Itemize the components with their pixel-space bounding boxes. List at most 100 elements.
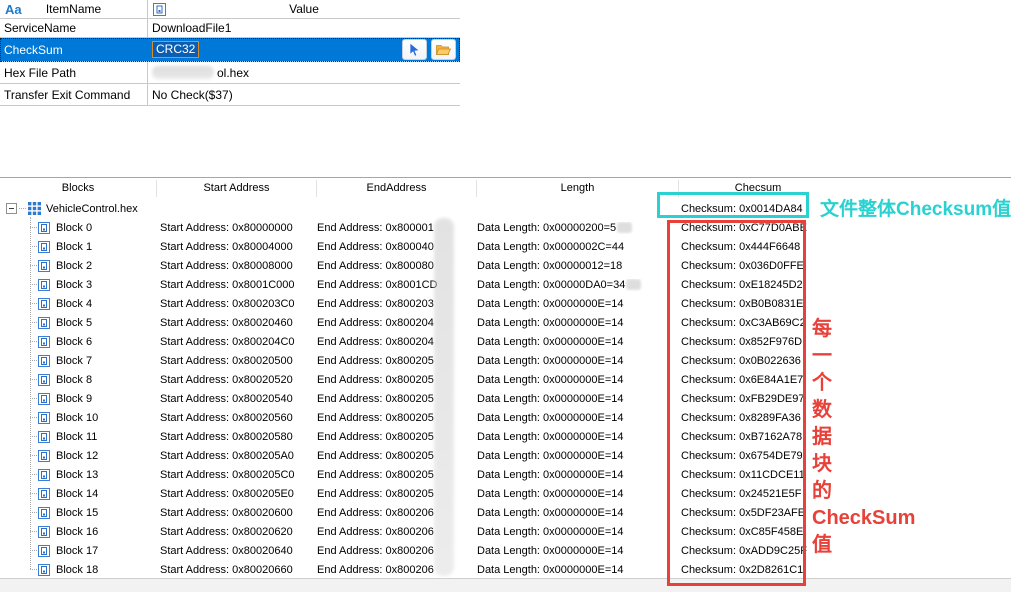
open-file-button[interactable] (431, 39, 456, 60)
block-icon (38, 355, 50, 367)
length-cell: Data Length: 0x0000000E=14 (474, 336, 676, 348)
block-icon (38, 317, 50, 329)
value-type-icon (153, 3, 166, 16)
column-header-length[interactable]: Length (477, 180, 679, 197)
itemname-header-label: ItemName (46, 2, 101, 16)
tree-connector (30, 284, 37, 285)
tree-connector (30, 417, 37, 418)
checksum-value-editor[interactable]: CRC32 (152, 41, 199, 58)
block-label: Block 10 (56, 412, 98, 424)
length-cell: Data Length: 0x0000000E=14 (474, 507, 676, 519)
column-header-blocks[interactable]: Blocks (0, 180, 157, 197)
block-label: Block 12 (56, 450, 98, 462)
block-icon (38, 488, 50, 500)
block-label: Block 13 (56, 469, 98, 481)
length-cell: Data Length: 0x0000000E=14 (474, 564, 676, 576)
column-header-start-address[interactable]: Start Address (157, 180, 317, 197)
length-redaction (617, 222, 632, 233)
tree-connector (30, 455, 37, 456)
length-text: Data Length: 0x0000000E=14 (477, 545, 624, 557)
annotation-line: 的 (812, 478, 915, 505)
block-checksum-annotation: 每 一 个 数 据 块 的 CheckSum 值 (812, 316, 915, 559)
block-label: Block 8 (56, 374, 92, 386)
end-address-redaction (434, 218, 454, 576)
column-header-end-address[interactable]: EndAddress (317, 180, 477, 197)
prop-name: ServiceName (4, 21, 76, 35)
tree-connector (30, 265, 37, 266)
block-label: Block 14 (56, 488, 98, 500)
open-folder-icon (436, 44, 451, 56)
value-header-cell[interactable]: Value (148, 0, 460, 18)
start-address-cell: Start Address: 0x800205A0 (157, 450, 314, 462)
length-cell: Data Length: 0x0000000E=14 (474, 317, 676, 329)
length-cell: Data Length: 0x0000000E=14 (474, 526, 676, 538)
tree-connector (30, 227, 37, 228)
length-text: Data Length: 0x0000000E=14 (477, 431, 624, 443)
horizontal-scrollbar[interactable] (0, 578, 1011, 592)
block-label: Block 3 (56, 279, 92, 291)
annotation-line: 数 (812, 397, 915, 424)
block-icon (38, 260, 50, 272)
block-row[interactable]: Block 2 Start Address: 0x80008000 End Ad… (0, 256, 1011, 275)
start-address-cell: Start Address: 0x80000000 (157, 222, 314, 234)
prop-row-checksum[interactable]: CheckSum CRC32 (0, 38, 460, 62)
block-row[interactable]: Block 1 Start Address: 0x80004000 End Ad… (0, 237, 1011, 256)
length-cell: Data Length: 0x0000000E=14 (474, 393, 676, 405)
length-cell: Data Length: 0x0000000E=14 (474, 545, 676, 557)
length-text: Data Length: 0x0000000E=14 (477, 469, 624, 481)
length-cell: Data Length: 0x00000200=5 (474, 222, 676, 234)
start-address-cell: Start Address: 0x800204C0 (157, 336, 314, 348)
block-label: Block 1 (56, 241, 92, 253)
itemname-header-cell[interactable]: Aa ItemName (0, 0, 148, 18)
block-icon (38, 507, 50, 519)
text-type-icon: Aa (5, 2, 22, 17)
start-address-cell: Start Address: 0x800205E0 (157, 488, 314, 500)
tree-guide-line (30, 217, 31, 569)
file-checksum-highlight-box (657, 192, 809, 218)
tree-connector (30, 493, 37, 494)
block-label: Block 15 (56, 507, 98, 519)
length-cell: Data Length: 0x0000000E=14 (474, 374, 676, 386)
prop-value: No Check($37) (152, 88, 233, 102)
block-label: Block 7 (56, 355, 92, 367)
length-cell: Data Length: 0x00000DA0=34 (474, 279, 676, 291)
start-address-cell: Start Address: 0x80020580 (157, 431, 314, 443)
tree-connector (30, 246, 37, 247)
block-label: Block 6 (56, 336, 92, 348)
start-address-cell: Start Address: 0x800203C0 (157, 298, 314, 310)
block-icon (38, 412, 50, 424)
length-cell: Data Length: 0x0000002C=44 (474, 241, 676, 253)
block-label: Block 16 (56, 526, 98, 538)
start-address-cell: Start Address: 0x80020560 (157, 412, 314, 424)
length-text: Data Length: 0x0000000E=14 (477, 355, 624, 367)
cursor-arrow-icon (409, 43, 420, 57)
length-text: Data Length: 0x0000000E=14 (477, 564, 624, 576)
property-grid-header: Aa ItemName Value (0, 0, 460, 19)
tree-connector (30, 436, 37, 437)
block-icon (38, 431, 50, 443)
start-address-cell: Start Address: 0x80020660 (157, 564, 314, 576)
length-cell: Data Length: 0x0000000E=14 (474, 355, 676, 367)
block-label: Block 9 (56, 393, 92, 405)
block-checksums-highlight-box (667, 220, 806, 586)
block-icon (38, 222, 50, 234)
block-row[interactable]: Block 3 Start Address: 0x8001C000 End Ad… (0, 275, 1011, 294)
collapse-toggle-icon[interactable] (6, 203, 17, 214)
length-text: Data Length: 0x0000000E=14 (477, 298, 624, 310)
root-file-label: VehicleControl.hex (46, 203, 138, 215)
cursor-tool-button[interactable] (402, 39, 427, 60)
length-text: Data Length: 0x0000000E=14 (477, 374, 624, 386)
block-row[interactable]: Block 18 Start Address: 0x80020660 End A… (0, 560, 1011, 579)
prop-row-hexfilepath[interactable]: Hex File Path ol.hex (0, 62, 460, 84)
length-text: Data Length: 0x00000200=5 (477, 222, 616, 234)
prop-row-transfer-exit[interactable]: Transfer Exit Command No Check($37) (0, 84, 460, 106)
annotation-line: 每 (812, 316, 915, 343)
length-cell: Data Length: 0x0000000E=14 (474, 450, 676, 462)
prop-row-servicename[interactable]: ServiceName DownloadFile1 (0, 19, 460, 38)
tree-connector (30, 569, 37, 570)
app-screen: Aa ItemName Value ServiceName DownloadFi… (0, 0, 1011, 592)
length-text: Data Length: 0x00000012=18 (477, 260, 622, 272)
block-row[interactable]: Block 4 Start Address: 0x800203C0 End Ad… (0, 294, 1011, 313)
annotation-line: 值 (812, 532, 915, 559)
property-grid: Aa ItemName Value ServiceName DownloadFi… (0, 0, 460, 106)
